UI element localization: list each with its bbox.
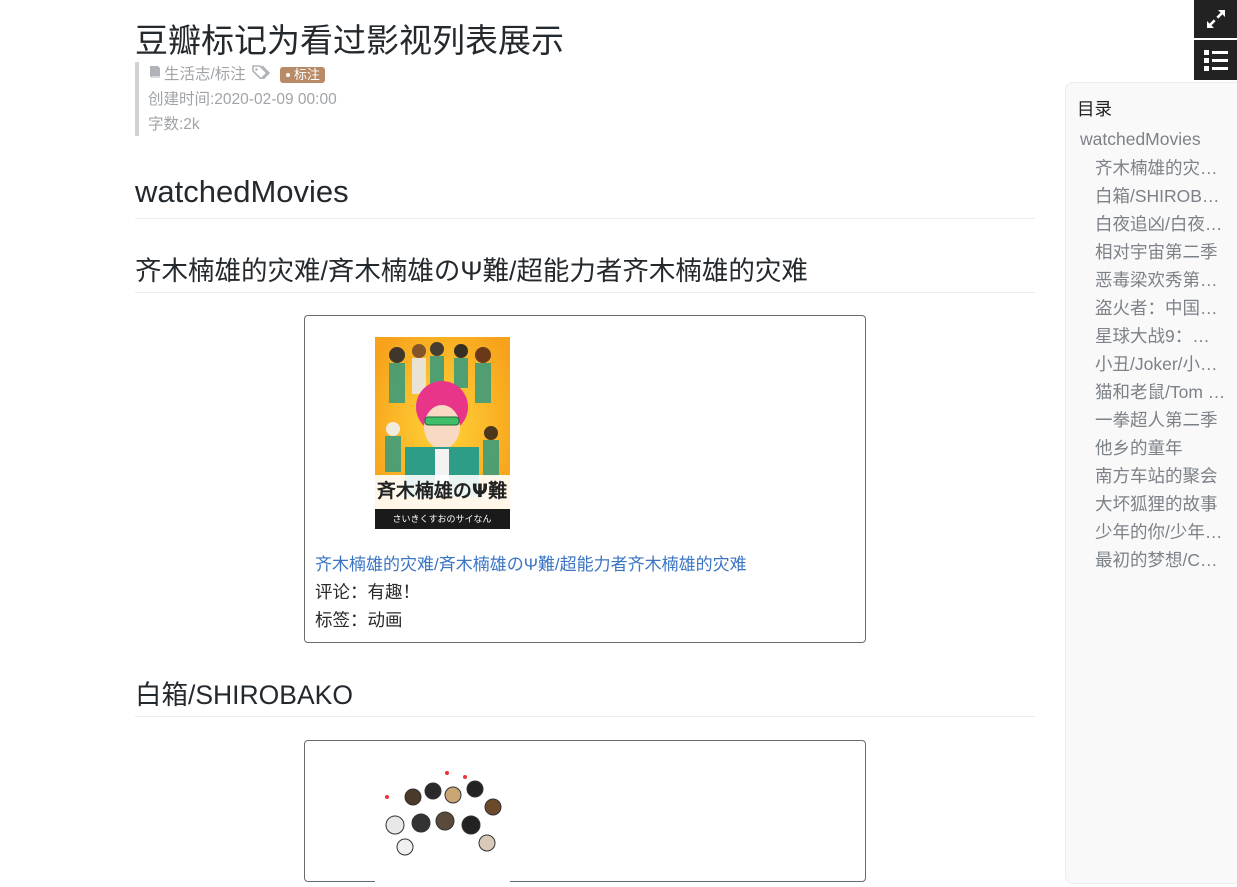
movie-heading: 齐木楠雄的灾难/斉木楠雄のΨ難/超能力者齐木楠雄的灾难: [135, 254, 1035, 293]
toc-item[interactable]: 他乡的童年: [1095, 434, 1226, 462]
fullscreen-button[interactable]: [1194, 0, 1237, 38]
meta-created: 创建时间:2020-02-09 00:00: [148, 91, 337, 108]
movie-comment: 评论：有趣！: [315, 582, 420, 602]
movie-card: [304, 740, 866, 887]
expand-arrows-icon: [1206, 10, 1225, 28]
toc-item[interactable]: 大坏狐狸的故事: [1095, 490, 1226, 518]
toc-item[interactable]: 小丑/Joker/小丑起源: [1095, 350, 1226, 378]
toc-item[interactable]: 南方车站的聚会: [1095, 462, 1226, 490]
toc-item[interactable]: 猫和老鼠/Tom and Jerry: [1095, 378, 1226, 406]
movie-link[interactable]: 齐木楠雄的灾难/斉木楠雄のΨ難/超能力者齐木楠雄的灾难: [315, 550, 747, 575]
meta-words: 字数:2k: [148, 116, 200, 133]
movie-tags: 标签：动画: [315, 610, 403, 630]
toc-title: 目录: [1077, 99, 1112, 119]
toc-item[interactable]: 一拳超人第二季: [1095, 406, 1226, 434]
section-heading: watchedMovies: [135, 172, 1035, 219]
toc-item[interactable]: 恶毒梁欢秀第二季: [1095, 266, 1226, 294]
post-meta: 生活志/标注 标注 创建时间:2020-02-09 00:00 字数:2k: [135, 62, 448, 136]
page-title: 豆瓣标记为看过影视列表展示: [135, 22, 564, 59]
movie-poster[interactable]: [375, 767, 510, 887]
movie-heading: 白箱/SHIROBAKO: [135, 678, 1035, 717]
toc-item[interactable]: 星球大战9：天行者崛起: [1095, 322, 1226, 350]
tags-icon: [252, 62, 272, 87]
toc-item[interactable]: 盗火者：中国摇滚: [1095, 294, 1226, 322]
toc-list: 齐木楠雄的灾难/斉木楠雄のΨ難/超能力者齐木楠雄的灾难 白箱/SHIROBAKO…: [1095, 154, 1226, 574]
toc-panel: 目录 watchedMovies 齐木楠雄的灾难/斉木楠雄のΨ難/超能力者齐木楠…: [1065, 82, 1237, 884]
meta-category[interactable]: 生活志/标注: [164, 62, 246, 87]
movie-poster[interactable]: 斉木楠雄のΨ難 さいきくすおのサイなん: [375, 337, 510, 529]
list-icon: [1203, 50, 1228, 71]
book-icon: [148, 62, 161, 87]
toc-item[interactable]: 少年的你/少年的你: [1095, 518, 1226, 546]
toc-item[interactable]: 相对宇宙第二季: [1095, 238, 1226, 266]
toc-item[interactable]: 齐木楠雄的灾难/斉木楠雄のΨ難/超能力者齐木楠雄的灾难: [1095, 154, 1226, 182]
toc-item-root[interactable]: watchedMovies: [1080, 129, 1201, 150]
meta-category-line: 生活志/标注 标注: [148, 62, 448, 87]
poster-subtitle: さいきくすおのサイなん: [392, 514, 491, 525]
tag-badge[interactable]: 标注: [279, 66, 325, 83]
toc-item[interactable]: 最初的梦想/Cold War: [1095, 546, 1226, 574]
poster-title: 斉木楠雄のΨ難: [377, 479, 507, 502]
movie-card: 斉木楠雄のΨ難 さいきくすおのサイなん 齐木楠雄的灾难/斉木楠雄のΨ難/超能力者…: [304, 315, 866, 643]
toc-item[interactable]: 白箱/SHIROBAKO: [1095, 182, 1226, 210]
toc-item[interactable]: 白夜追凶/白夜追凶: [1095, 210, 1226, 238]
toc-toggle-button[interactable]: [1194, 40, 1237, 80]
